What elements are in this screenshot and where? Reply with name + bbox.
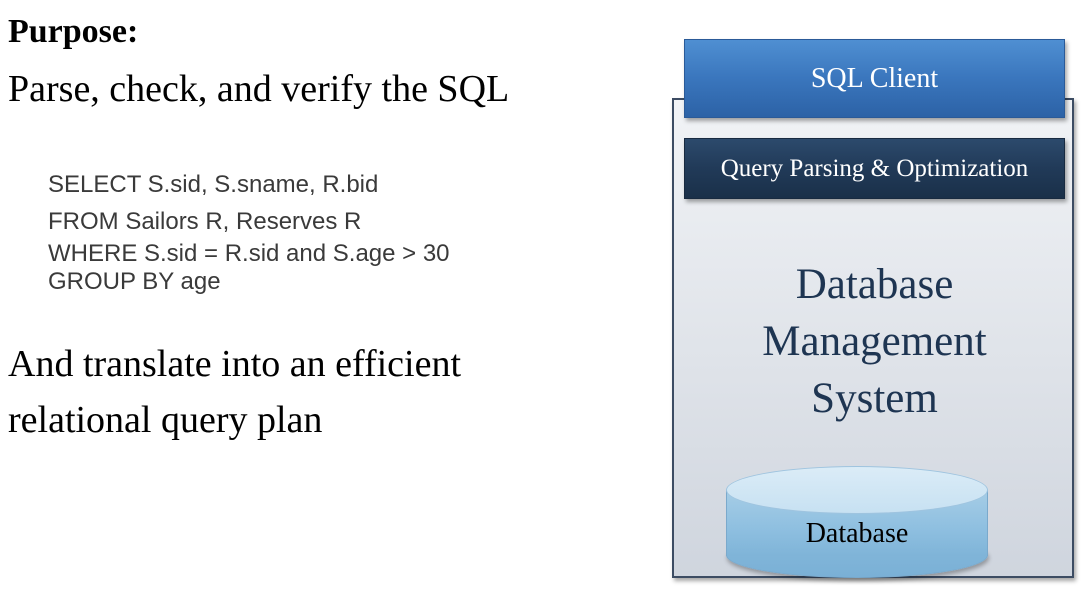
database-label: Database: [805, 518, 909, 549]
dbms-title-line-1: Database: [795, 261, 954, 308]
translate-line-1: And translate into an efficient: [8, 343, 462, 385]
purpose-text: Parse, check, and verify the SQL: [8, 68, 510, 110]
sql-groupby-line: GROUP BY age: [48, 268, 221, 295]
dbms-title: Database Management System: [684, 256, 1065, 427]
sql-select-line: SELECT S.sid, S.sname, R.bid: [48, 171, 379, 198]
database-cylinder-top: [726, 466, 988, 514]
dbms-title-line-2: Management: [762, 318, 987, 365]
purpose-heading: Purpose:: [8, 13, 139, 50]
query-parsing-box: Query Parsing & Optimization: [684, 138, 1065, 199]
query-parsing-label: Query Parsing & Optimization: [720, 154, 1029, 182]
dbms-title-line-3: System: [811, 375, 938, 422]
sql-query: SELECT S.sid, S.sname, R.bid FROM Sailor…: [48, 166, 450, 296]
sql-client-label: SQL Client: [810, 62, 939, 94]
sql-where-line: WHERE S.sid = R.sid and S.age > 30: [48, 240, 450, 267]
sql-from-line: FROM Sailors R, Reserves R: [48, 208, 362, 235]
translate-line-2: relational query plan: [8, 399, 323, 441]
database-cylinder-icon: Database: [726, 466, 988, 580]
sql-client-box: SQL Client: [684, 39, 1065, 118]
translate-text: And translate into an efficient relation…: [8, 336, 568, 448]
